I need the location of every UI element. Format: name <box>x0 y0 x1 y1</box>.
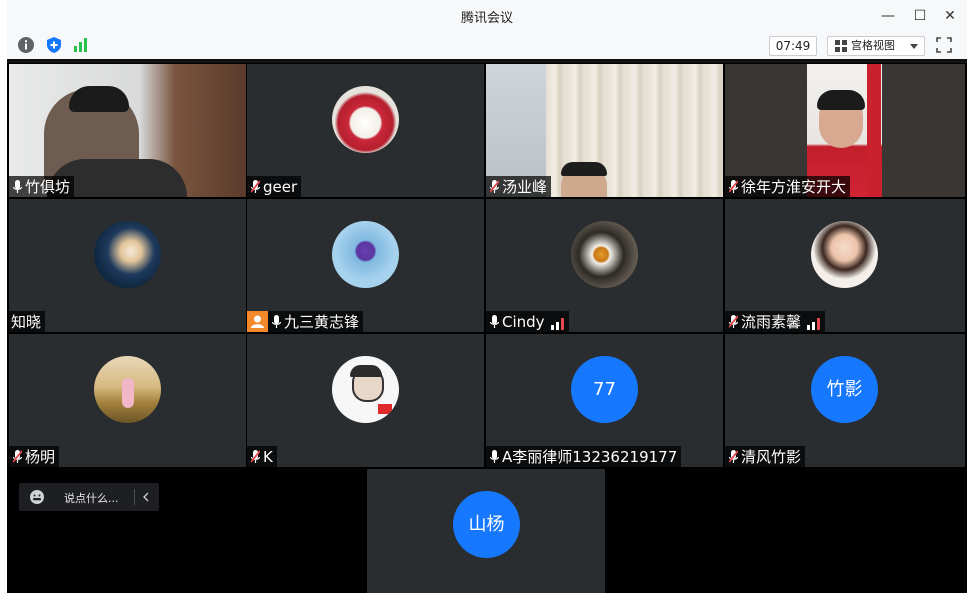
video-tile[interactable]: Cindy <box>486 199 723 332</box>
participant-name-bar: 汤业峰 <box>486 176 552 197</box>
microphone-icon <box>489 314 500 329</box>
chevron-left-icon[interactable] <box>143 492 149 502</box>
participant-avatar <box>332 221 399 288</box>
microphone-icon <box>271 314 282 329</box>
video-tile[interactable]: 77 A李丽律师13236219177 <box>486 334 723 467</box>
participant-name-bar: 竹俱坊 <box>9 176 75 197</box>
close-button[interactable]: ✕ <box>939 6 961 26</box>
participant-name-bar: 知晓 <box>9 311 46 332</box>
minimize-button[interactable]: — <box>877 6 899 26</box>
network-signal-icon <box>550 316 565 330</box>
muted-microphone-icon <box>12 449 23 464</box>
chevron-down-icon <box>910 44 918 49</box>
video-tile[interactable]: 徐年方淮安开大 <box>725 64 965 197</box>
participant-avatar <box>332 356 399 423</box>
participant-name: Cindy <box>502 312 545 331</box>
participant-name: 清风竹影 <box>741 448 802 466</box>
video-tile[interactable]: 杨明 <box>9 334 246 467</box>
participant-name: A李丽律师13236219177 <box>502 448 678 466</box>
meeting-window: 腾讯会议 — ☐ ✕ 07:49 宫格视图 竹俱坊 geer 汤业峰 徐年方淮安… <box>7 0 967 593</box>
participant-name: 徐年方淮安开大 <box>741 178 847 196</box>
muted-microphone-icon <box>250 179 261 194</box>
participant-avatar <box>811 221 878 288</box>
microphone-icon <box>12 179 23 194</box>
view-mode-dropdown[interactable]: 宫格视图 <box>827 36 925 56</box>
participant-avatar: 山杨 <box>453 491 520 558</box>
chat-input-bar[interactable]: 说点什么... <box>19 483 159 511</box>
participant-name: 九三黄志锋 <box>284 313 360 331</box>
window-title: 腾讯会议 <box>460 11 513 26</box>
participant-name-bar: 杨明 <box>9 446 60 467</box>
shield-icon[interactable] <box>45 36 63 54</box>
participant-name-bar: geer <box>247 176 302 197</box>
participant-name: 流雨素馨 <box>741 313 802 331</box>
fullscreen-button[interactable] <box>935 36 953 54</box>
video-tile[interactable]: K <box>247 334 484 467</box>
grid-icon <box>835 40 847 52</box>
microphone-icon <box>489 449 500 464</box>
video-tile[interactable]: 竹影 清风竹影 <box>725 334 965 467</box>
video-grid: 竹俱坊 geer 汤业峰 徐年方淮安开大 知晓 九三黄志锋 Cindy 流雨素馨… <box>7 59 967 593</box>
participant-name-bar: 流雨素馨 <box>725 311 826 332</box>
participant-name-bar: A李丽律师13236219177 <box>486 446 682 467</box>
meeting-toolbar: 07:49 宫格视图 <box>7 32 967 59</box>
video-tile[interactable]: geer <box>247 64 484 197</box>
participant-avatar: 竹影 <box>811 356 878 423</box>
emoji-icon[interactable] <box>29 489 45 505</box>
muted-microphone-icon <box>728 449 739 464</box>
participant-name-bar: 九三黄志锋 <box>247 311 364 332</box>
participant-name-bar: K <box>247 446 277 467</box>
video-tile[interactable]: 汤业峰 <box>486 64 723 197</box>
participant-name-bar: Cindy <box>486 311 569 332</box>
participant-name: geer <box>263 177 298 196</box>
participant-avatar <box>94 356 161 423</box>
title-bar: 腾讯会议 — ☐ ✕ <box>7 0 967 32</box>
participant-avatar: 77 <box>571 356 638 423</box>
network-signal-icon <box>807 316 821 330</box>
video-tile[interactable]: 知晓 <box>9 199 246 332</box>
participant-name: 汤业峰 <box>502 178 548 196</box>
muted-microphone-icon <box>728 314 739 329</box>
video-tile[interactable]: 山杨 <box>367 469 605 593</box>
participant-name: 知晓 <box>11 313 42 331</box>
muted-microphone-icon <box>250 449 261 464</box>
fullscreen-icon <box>936 37 952 53</box>
video-tile[interactable]: 流雨素馨 <box>725 199 965 332</box>
maximize-button[interactable]: ☐ <box>909 6 931 26</box>
host-badge-icon <box>247 311 268 332</box>
video-tile[interactable]: 九三黄志锋 <box>247 199 484 332</box>
participant-name: 杨明 <box>25 448 56 466</box>
view-mode-label: 宫格视图 <box>851 39 895 52</box>
participant-name: K <box>263 447 273 466</box>
participant-name-bar: 徐年方淮安开大 <box>725 176 851 197</box>
participant-avatar <box>94 221 161 288</box>
participant-name-bar: 清风竹影 <box>725 446 806 467</box>
muted-microphone-icon <box>489 179 500 194</box>
video-tile[interactable]: 竹俱坊 <box>9 64 246 197</box>
participant-avatar <box>571 221 638 288</box>
chat-placeholder[interactable]: 说点什么... <box>64 490 119 506</box>
signal-icon[interactable] <box>71 36 89 54</box>
meeting-timer: 07:49 <box>769 36 817 56</box>
info-icon[interactable] <box>17 36 35 54</box>
muted-microphone-icon <box>728 179 739 194</box>
participant-name: 竹俱坊 <box>25 178 71 196</box>
participant-avatar <box>332 86 399 153</box>
